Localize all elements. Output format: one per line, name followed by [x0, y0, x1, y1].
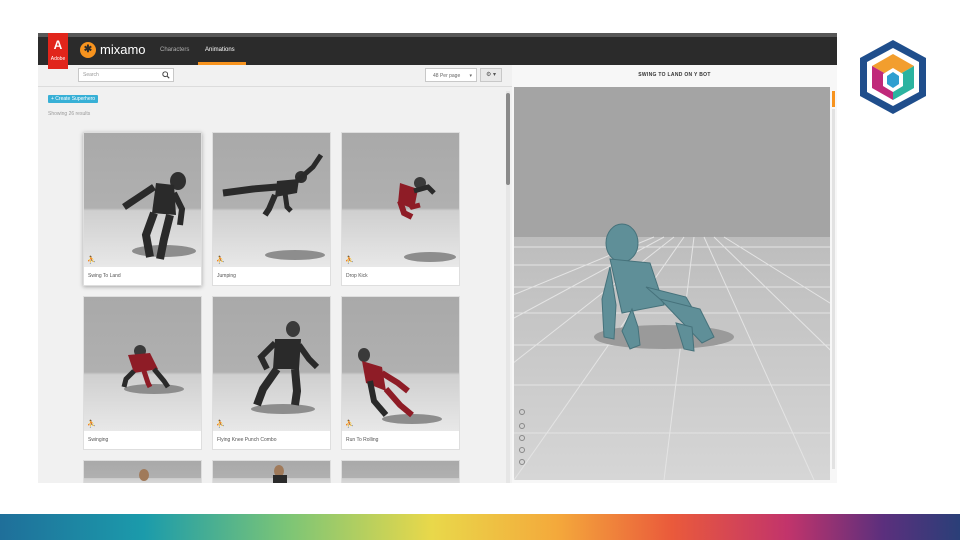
character-figure — [397, 177, 456, 262]
settings-dropdown-button[interactable]: ⚙ ▾ — [480, 68, 502, 82]
animation-thumbnail[interactable]: ⛹ — [213, 133, 330, 267]
character-figure — [122, 172, 196, 260]
character-figure — [139, 469, 149, 481]
animation-card[interactable]: ⛹ Drop Kick — [341, 132, 460, 286]
view-option-icon[interactable] — [519, 435, 525, 441]
animation-thumbnail[interactable]: ⛹ — [84, 297, 201, 431]
running-figure-icon: ⛹ — [87, 421, 96, 428]
animation-thumbnail[interactable]: ⛹ — [342, 133, 459, 267]
character-figure — [251, 321, 320, 414]
3d-viewport[interactable] — [514, 87, 830, 480]
per-page-select[interactable]: 48 Per page ▾ — [425, 68, 477, 82]
adobe-logo-text: Adobe — [50, 56, 66, 62]
animation-name: Jumping — [217, 273, 236, 279]
animation-thumbnail[interactable]: ⛹ — [342, 297, 459, 431]
preview-scrollbar[interactable] — [832, 109, 835, 469]
toolbar-divider — [38, 86, 512, 87]
viewport-scene — [514, 87, 830, 480]
animation-card[interactable]: ⛹ Run To Rolling — [341, 296, 460, 450]
animation-thumbnail[interactable]: ⛹ — [213, 297, 330, 431]
presentation-slide: ✱ mixamo Characters Animations A Adobe S… — [0, 0, 960, 540]
running-figure-icon: ⛹ — [87, 257, 96, 264]
mixamo-logo-icon[interactable]: ✱ — [80, 42, 96, 58]
character-figure — [222, 153, 325, 260]
animation-thumbnail[interactable]: ⛹ — [84, 133, 201, 267]
chevron-down-icon: ▾ — [469, 73, 472, 79]
animation-preview-panel: SWING TO LAND ON Y BOT — [512, 65, 837, 483]
hexagon-logo — [860, 40, 926, 114]
tab-characters[interactable]: Characters — [160, 47, 189, 53]
mixamo-app-window: ✱ mixamo Characters Animations A Adobe S… — [38, 33, 837, 483]
search-input[interactable]: Search — [83, 72, 99, 78]
animation-thumbnail[interactable] — [84, 461, 201, 483]
bottom-color-stripe — [0, 514, 960, 540]
animation-thumbnail[interactable] — [342, 461, 459, 483]
animation-card[interactable] — [83, 460, 202, 483]
character-figure — [121, 345, 184, 394]
search-icon[interactable] — [162, 71, 170, 79]
animation-browser-panel: Search 48 Per page ▾ ⚙ ▾ + Create Superh… — [38, 65, 512, 483]
animation-card[interactable] — [341, 460, 460, 483]
results-scrollbar-thumb[interactable] — [506, 93, 510, 185]
animation-card[interactable]: ⛹ Flying Knee Punch Combo — [212, 296, 331, 450]
view-option-icon[interactable] — [519, 459, 525, 465]
animation-name: Drop Kick — [346, 273, 368, 279]
character-figure — [358, 348, 442, 424]
animation-name: Swinging — [88, 437, 109, 443]
per-page-value: 48 Per page — [433, 73, 461, 79]
preview-title: SWING TO LAND ON Y BOT — [638, 72, 711, 78]
create-superhero-button[interactable]: + Create Superhero — [48, 95, 99, 103]
animation-name: Swing To Land — [88, 273, 121, 279]
help-icon[interactable] — [519, 409, 525, 415]
view-option-icon[interactable] — [519, 423, 525, 429]
search-field[interactable]: Search — [78, 68, 174, 82]
animation-name: Flying Knee Punch Combo — [217, 437, 277, 443]
animation-card[interactable]: ⛹ Swinging — [83, 296, 202, 450]
animation-card[interactable]: ⛹ Jumping — [212, 132, 331, 286]
animation-thumbnail[interactable] — [213, 461, 330, 483]
top-navbar: ✱ mixamo Characters Animations — [38, 37, 837, 65]
panel-accent-marker — [832, 91, 835, 107]
running-figure-icon: ⛹ — [345, 257, 354, 264]
running-figure-icon: ⛹ — [216, 421, 225, 428]
running-figure-icon: ⛹ — [345, 421, 354, 428]
character-figure — [273, 465, 287, 483]
brand-name[interactable]: mixamo — [100, 43, 146, 57]
running-figure-icon: ⛹ — [216, 257, 225, 264]
animation-card[interactable] — [212, 460, 331, 483]
adobe-logo[interactable]: A Adobe — [48, 33, 68, 69]
tab-animations[interactable]: Animations — [205, 47, 235, 53]
animation-name: Run To Rolling — [346, 437, 379, 443]
results-count: Showing 26 results — [48, 111, 91, 117]
view-option-icon[interactable] — [519, 447, 525, 453]
animation-card[interactable]: ⛹ Swing To Land — [83, 132, 202, 286]
